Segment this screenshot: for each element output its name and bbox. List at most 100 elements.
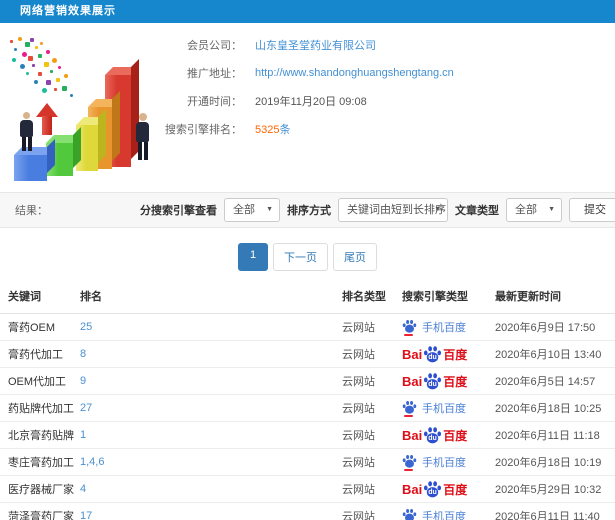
- rank-unit[interactable]: 条: [279, 124, 290, 136]
- confetti-dot: [20, 64, 25, 69]
- col-header-engine-type: 搜索引擎类型: [402, 280, 495, 314]
- mobile-baidu-logo[interactable]: 手机百度: [402, 454, 495, 471]
- baidu-logo[interactable]: Bai du 百度: [402, 480, 495, 499]
- chevron-down-icon: ▼: [548, 206, 555, 213]
- rank-link[interactable]: 1,4,6: [80, 456, 104, 468]
- update-time-cell: 2020年6月18日 10:19: [495, 448, 615, 476]
- last-page-button[interactable]: 尾页: [333, 243, 377, 271]
- promo-url-link[interactable]: http://www.shandonghuangshengtang.cn: [255, 67, 454, 79]
- update-time-cell: 2020年6月5日 14:57: [495, 367, 615, 395]
- baidu-cn-text: 百度: [443, 347, 468, 362]
- next-page-button[interactable]: 下一页: [273, 243, 328, 271]
- rank-cell: 25: [80, 313, 342, 341]
- rank-type-cell: 云网站: [342, 475, 402, 503]
- col-header-rank-type: 排名类型: [342, 280, 402, 314]
- confetti-dot: [54, 88, 57, 91]
- keyword-cell: 医疗器械厂家: [0, 475, 80, 503]
- baidu-paw-du-icon: du: [423, 480, 442, 499]
- chevron-down-icon: ▼: [434, 206, 441, 213]
- baidu-paw-du-icon: du: [423, 372, 442, 391]
- engine-view-label: 分搜索引擎查看: [140, 205, 217, 217]
- promo-url-label: 推广地址：: [187, 68, 242, 80]
- confetti-dot: [26, 72, 29, 75]
- rank-link[interactable]: 17: [80, 510, 92, 520]
- page-1-button[interactable]: 1: [238, 243, 268, 271]
- engine-rank-label: 搜索引擎排名：: [165, 124, 242, 136]
- rank-link[interactable]: 8: [80, 348, 86, 360]
- confetti-dot: [70, 94, 73, 97]
- keyword-cell: 膏药OEM: [0, 313, 80, 341]
- mobile-baidu-logo[interactable]: 手机百度: [402, 508, 495, 520]
- rank-cell: 1: [80, 421, 342, 449]
- update-time-cell: 2020年6月11日 11:18: [495, 421, 615, 449]
- filter-group: 分搜索引擎查看 全部 ▼ 排序方式 关键词由短到长排序 ▼ 文章类型 全部 ▼ …: [140, 198, 615, 222]
- open-time-value: 2019年11月20日 09:08: [255, 96, 367, 108]
- mobile-baidu-icon: [402, 319, 417, 336]
- info-row-open-time: 开通时间： 2019年11月20日 09:08: [152, 94, 607, 108]
- rank-cell: 1,4,6: [80, 448, 342, 476]
- info-row-url: 推广地址： http://www.shandonghuangshengtang.…: [152, 66, 607, 80]
- engine-type-cell: 手机百度: [402, 313, 495, 341]
- open-time-label: 开通时间：: [187, 96, 242, 108]
- confetti-dot: [40, 42, 43, 45]
- baidu-paw-du-icon: du: [423, 426, 442, 445]
- engine-type-cell: Bai du 百度: [402, 367, 495, 395]
- confetti-dot: [62, 86, 67, 91]
- results-table: 关键词 排名 排名类型 搜索引擎类型 最新更新时间 膏药OEM 25 云网站 手机百度…: [0, 280, 615, 520]
- baidu-paw-icon: [402, 400, 417, 414]
- rank-link[interactable]: 27: [80, 402, 92, 414]
- rank-type-cell: 云网站: [342, 394, 402, 422]
- keyword-cell: OEM代加工: [0, 367, 80, 395]
- table-row: OEM代加工 9 云网站 Bai du 百度 2020年6月5日 14:57: [0, 367, 615, 395]
- sort-label: 排序方式: [287, 205, 331, 217]
- baidu-logo[interactable]: Bai du 百度: [402, 426, 495, 445]
- sort-select[interactable]: 关键词由短到长排序 ▼: [338, 198, 448, 222]
- rank-link[interactable]: 25: [80, 321, 92, 333]
- table-row: 菏泽膏药厂家 17 云网站 手机百度 2020年6月11日 11:40: [0, 502, 615, 520]
- confetti-dot: [46, 50, 50, 54]
- filter-bar: 结果： 分搜索引擎查看 全部 ▼ 排序方式 关键词由短到长排序 ▼ 文章类型 全…: [0, 192, 615, 228]
- confetti-dot: [56, 78, 60, 82]
- rank-link[interactable]: 9: [80, 375, 86, 387]
- baidu-cn-text: 百度: [443, 482, 468, 497]
- confetti-dot: [52, 58, 57, 63]
- baidu-bai-text: Bai: [402, 481, 423, 497]
- rank-link[interactable]: 1: [80, 429, 86, 441]
- col-header-update-time: 最新更新时间: [495, 280, 615, 314]
- rank-link[interactable]: 4: [80, 483, 86, 495]
- col-header-rank: 排名: [80, 280, 342, 314]
- table-row: 医疗器械厂家 4 云网站 Bai du 百度 2020年5月29日 10:32: [0, 475, 615, 503]
- company-link[interactable]: 山东皇圣堂药业有限公司: [255, 37, 376, 53]
- confetti-dot: [35, 46, 38, 49]
- rank-cell: 9: [80, 367, 342, 395]
- rank-type-cell: 云网站: [342, 313, 402, 341]
- submit-button[interactable]: 提交: [569, 198, 615, 222]
- baidu-logo[interactable]: Bai du 百度: [402, 345, 495, 364]
- confetti-dot: [38, 72, 42, 76]
- mobile-baidu-logo[interactable]: 手机百度: [402, 400, 495, 417]
- engine-type-cell: 手机百度: [402, 502, 495, 520]
- rank-type-cell: 云网站: [342, 340, 402, 368]
- rank-cell: 4: [80, 475, 342, 503]
- businessman-figure: [136, 113, 149, 160]
- pagination: 1 下一页 尾页: [0, 243, 615, 271]
- rank-count[interactable]: 5325: [255, 124, 279, 136]
- engine-view-select[interactable]: 全部 ▼: [224, 198, 280, 222]
- baidu-bai-text: Bai: [402, 346, 423, 362]
- confetti-dot: [44, 62, 49, 67]
- mobile-baidu-logo[interactable]: 手机百度: [402, 319, 495, 336]
- rank-type-cell: 云网站: [342, 421, 402, 449]
- baidu-paw-icon: [402, 508, 417, 520]
- baidu-logo[interactable]: Bai du 百度: [402, 372, 495, 391]
- rank-cell: 17: [80, 502, 342, 520]
- baidu-paw-icon: [402, 454, 417, 468]
- update-time-cell: 2020年6月10日 13:40: [495, 340, 615, 368]
- mobile-baidu-icon: [402, 508, 417, 520]
- engine-rank-value[interactable]: 5325条: [255, 121, 290, 137]
- article-type-select[interactable]: 全部 ▼: [506, 198, 562, 222]
- table-row: 膏药OEM 25 云网站 手机百度 2020年6月9日 17:50: [0, 313, 615, 341]
- keyword-cell: 药贴牌代加工: [0, 394, 80, 422]
- mobile-baidu-icon: [402, 454, 417, 471]
- engine-label: 手机百度: [422, 457, 466, 469]
- engine-label: 手机百度: [422, 403, 466, 415]
